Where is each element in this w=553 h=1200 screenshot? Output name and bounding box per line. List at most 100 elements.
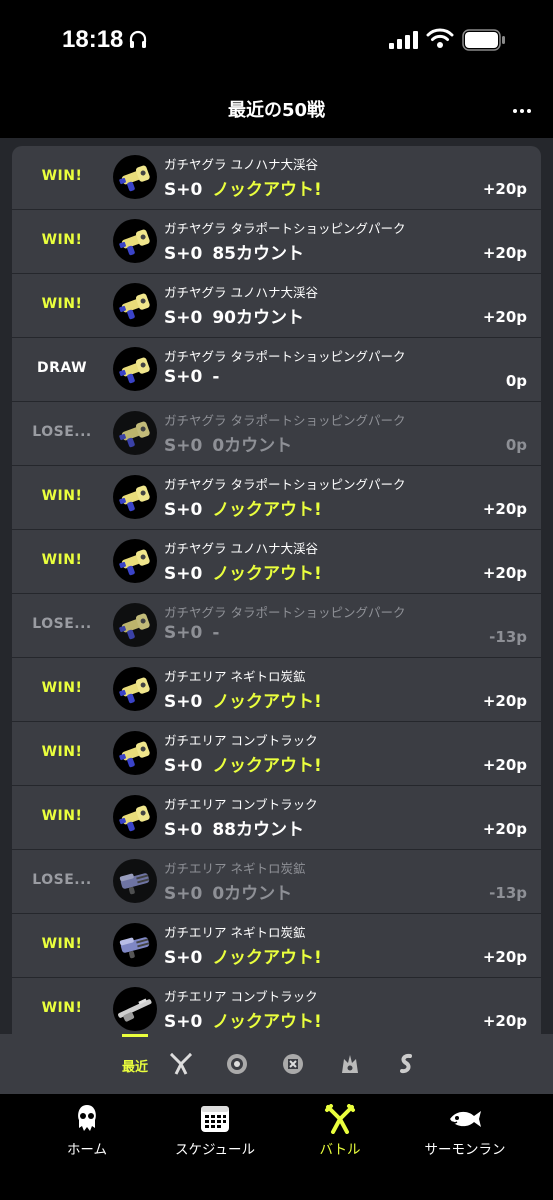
splat-zones-icon[interactable]: [224, 1051, 254, 1077]
points-change: -13p: [489, 628, 527, 646]
battle-summary: S+0-: [164, 367, 219, 387]
battle-row[interactable]: WIN! ガチヤグラ ユノハナ大渓谷 S+0 ノックアウト! +20p: [12, 530, 541, 594]
battle-outcome: ノックアウト!: [212, 1012, 322, 1032]
battle-outcome: 85カウント: [212, 244, 304, 264]
mode-stage-text: ガチヤグラ ユノハナ大渓谷: [164, 538, 318, 557]
battle-outcome: 88カウント: [212, 820, 304, 840]
gatling-weapon-icon: [113, 923, 157, 967]
rank-label: S+0: [164, 1012, 203, 1032]
battle-stage: ネギトロ炭鉱: [230, 669, 306, 684]
gatling-weapon-icon: [113, 859, 157, 903]
nav-salmon-run[interactable]: サーモンラン: [400, 1104, 530, 1158]
battle-summary: S+0 ノックアウト!: [164, 495, 322, 520]
blaster-weapon-icon: [113, 155, 157, 199]
battle-result-label: WIN!: [41, 232, 83, 248]
points-change: +20p: [482, 692, 527, 710]
battle-row[interactable]: WIN! ガチエリア コンブトラック S+0 88カウント +20p: [12, 786, 541, 850]
nav-label: サーモンラン: [424, 1142, 506, 1158]
battle-stage: ユノハナ大渓谷: [230, 157, 319, 172]
battle-summary: S+0 ノックアウト!: [164, 943, 322, 968]
battle-list-container[interactable]: WIN! ガチヤグラ ユノハナ大渓谷 S+0 ノックアウト! +20p WIN! ガチヤグラ…: [0, 138, 553, 1034]
battle-row[interactable]: WIN! ガチエリア コンブトラック S+0 ノックアウト! +20p: [12, 722, 541, 786]
points-change: +20p: [482, 1012, 527, 1030]
battle-row[interactable]: DRAW ガチヤグラ タラポートショッピングパーク S+0- 0p: [12, 338, 541, 402]
filter-recent-tab[interactable]: 最近: [115, 1034, 155, 1082]
battle-row[interactable]: WIN! ガチエリア コンブトラック S+0 ノックアウト! +20p: [12, 978, 541, 1034]
battle-outcome: ノックアウト!: [212, 756, 322, 776]
battle-stage: ユノハナ大渓谷: [230, 285, 319, 300]
points-change: +20p: [482, 244, 527, 262]
battle-outcome: ノックアウト!: [212, 500, 322, 520]
battle-row[interactable]: WIN! ガチヤグラ ユノハナ大渓谷 S+0 90カウント +20p: [12, 274, 541, 338]
battle-result-label: WIN!: [41, 488, 83, 504]
clam-blitz-icon[interactable]: [280, 1051, 310, 1077]
battle-stage: タラポートショッピングパーク: [230, 477, 406, 492]
points-change: +20p: [482, 180, 527, 198]
battle-mode: ガチエリア: [164, 861, 227, 876]
battle-mode: ガチヤグラ: [164, 221, 227, 236]
mode-stage-text: ガチヤグラ タラポートショッピングパーク: [164, 218, 406, 237]
battle-row[interactable]: WIN! ガチエリア ネギトロ炭鉱 S+0 ノックアウト! +20p: [12, 914, 541, 978]
more-menu-button[interactable]: [513, 98, 537, 113]
private-battle-icon[interactable]: [394, 1051, 424, 1077]
blaster-weapon-icon: [113, 603, 157, 647]
mode-stage-text: ガチヤグラ タラポートショッピングパーク: [164, 602, 406, 621]
battle-summary: S+0 ノックアウト!: [164, 559, 322, 584]
battle-mode: ガチエリア: [164, 989, 227, 1004]
battle-summary: S+0 ノックアウト!: [164, 175, 322, 200]
mode-stage-text: ガチヤグラ タラポートショッピングパーク: [164, 346, 406, 365]
battle-result-label: WIN!: [41, 744, 83, 760]
regular-battle-icon[interactable]: [168, 1051, 198, 1077]
nav-home[interactable]: ホーム: [22, 1104, 152, 1158]
battle-row[interactable]: WIN! ガチエリア ネギトロ炭鉱 S+0 ノックアウト! +20p: [12, 658, 541, 722]
rank-label: S+0: [164, 948, 203, 968]
status-time: 18:18: [62, 26, 124, 53]
battle-mode: ガチヤグラ: [164, 477, 227, 492]
rank-label: S+0: [164, 820, 203, 840]
battle-stage: コンブトラック: [230, 733, 318, 748]
nav-label: ホーム: [66, 1142, 108, 1158]
page-title: 最近の50戦: [227, 100, 326, 121]
battle-row[interactable]: LOSE... ガチエリア ネギトロ炭鉱 S+0 0カウント -13p: [12, 850, 541, 914]
rank-label: S+0: [164, 308, 203, 328]
points-change: +20p: [482, 820, 527, 838]
mode-stage-text: ガチヤグラ タラポートショッピングパーク: [164, 474, 406, 493]
battle-stage: タラポートショッピングパーク: [230, 221, 406, 236]
tower-control-icon[interactable]: [337, 1051, 367, 1077]
bottom-navigation: ホーム スケジュール バトル サーモンラン: [0, 1094, 553, 1200]
cellular-signal-icon: [389, 31, 418, 49]
battle-mode: ガチヤグラ: [164, 541, 227, 556]
battle-row[interactable]: LOSE... ガチヤグラ タラポートショッピングパーク S+0- -13p: [12, 594, 541, 658]
rank-label: S+0: [164, 564, 203, 584]
battle-stage: コンブトラック: [230, 797, 318, 812]
rank-label: S+0: [164, 692, 203, 712]
mode-stage-text: ガチヤグラ ユノハナ大渓谷: [164, 282, 318, 301]
battle-summary: S+0 90カウント: [164, 303, 304, 328]
battle-result-label: WIN!: [41, 808, 83, 824]
battle-result-label: LOSE...: [32, 616, 92, 632]
calendar-icon: [201, 1106, 229, 1132]
nav-schedule[interactable]: スケジュール: [150, 1104, 280, 1158]
points-change: 0p: [505, 372, 527, 390]
battle-stage: ユノハナ大渓谷: [230, 541, 319, 556]
salmon-icon: [450, 1111, 481, 1127]
points-change: +20p: [482, 948, 527, 966]
points-change: +20p: [482, 500, 527, 518]
battle-result-label: LOSE...: [32, 424, 92, 440]
nav-battle[interactable]: バトル: [275, 1104, 405, 1158]
battle-row[interactable]: WIN! ガチヤグラ タラポートショッピングパーク S+0 ノックアウト! +20p: [12, 466, 541, 530]
battle-result-label: WIN!: [41, 552, 83, 568]
battle-row[interactable]: LOSE... ガチヤグラ タラポートショッピングパーク S+0 0カウント 0p: [12, 402, 541, 466]
battle-outcome: 0カウント: [212, 884, 293, 904]
battle-result-label: WIN!: [41, 936, 83, 952]
battle-row[interactable]: WIN! ガチヤグラ タラポートショッピングパーク S+0 85カウント +20p: [12, 210, 541, 274]
blaster-weapon-icon: [113, 731, 157, 775]
battle-summary: S+0-: [164, 623, 219, 643]
rank-label: S+0: [164, 180, 203, 200]
nav-label: スケジュール: [174, 1142, 256, 1158]
battle-result-label: WIN!: [41, 296, 83, 312]
battle-mode: ガチヤグラ: [164, 413, 227, 428]
battle-row[interactable]: WIN! ガチヤグラ ユノハナ大渓谷 S+0 ノックアウト! +20p: [12, 146, 541, 210]
points-change: 0p: [505, 436, 527, 454]
battle-list: WIN! ガチヤグラ ユノハナ大渓谷 S+0 ノックアウト! +20p WIN! ガチヤグラ…: [12, 146, 541, 1034]
